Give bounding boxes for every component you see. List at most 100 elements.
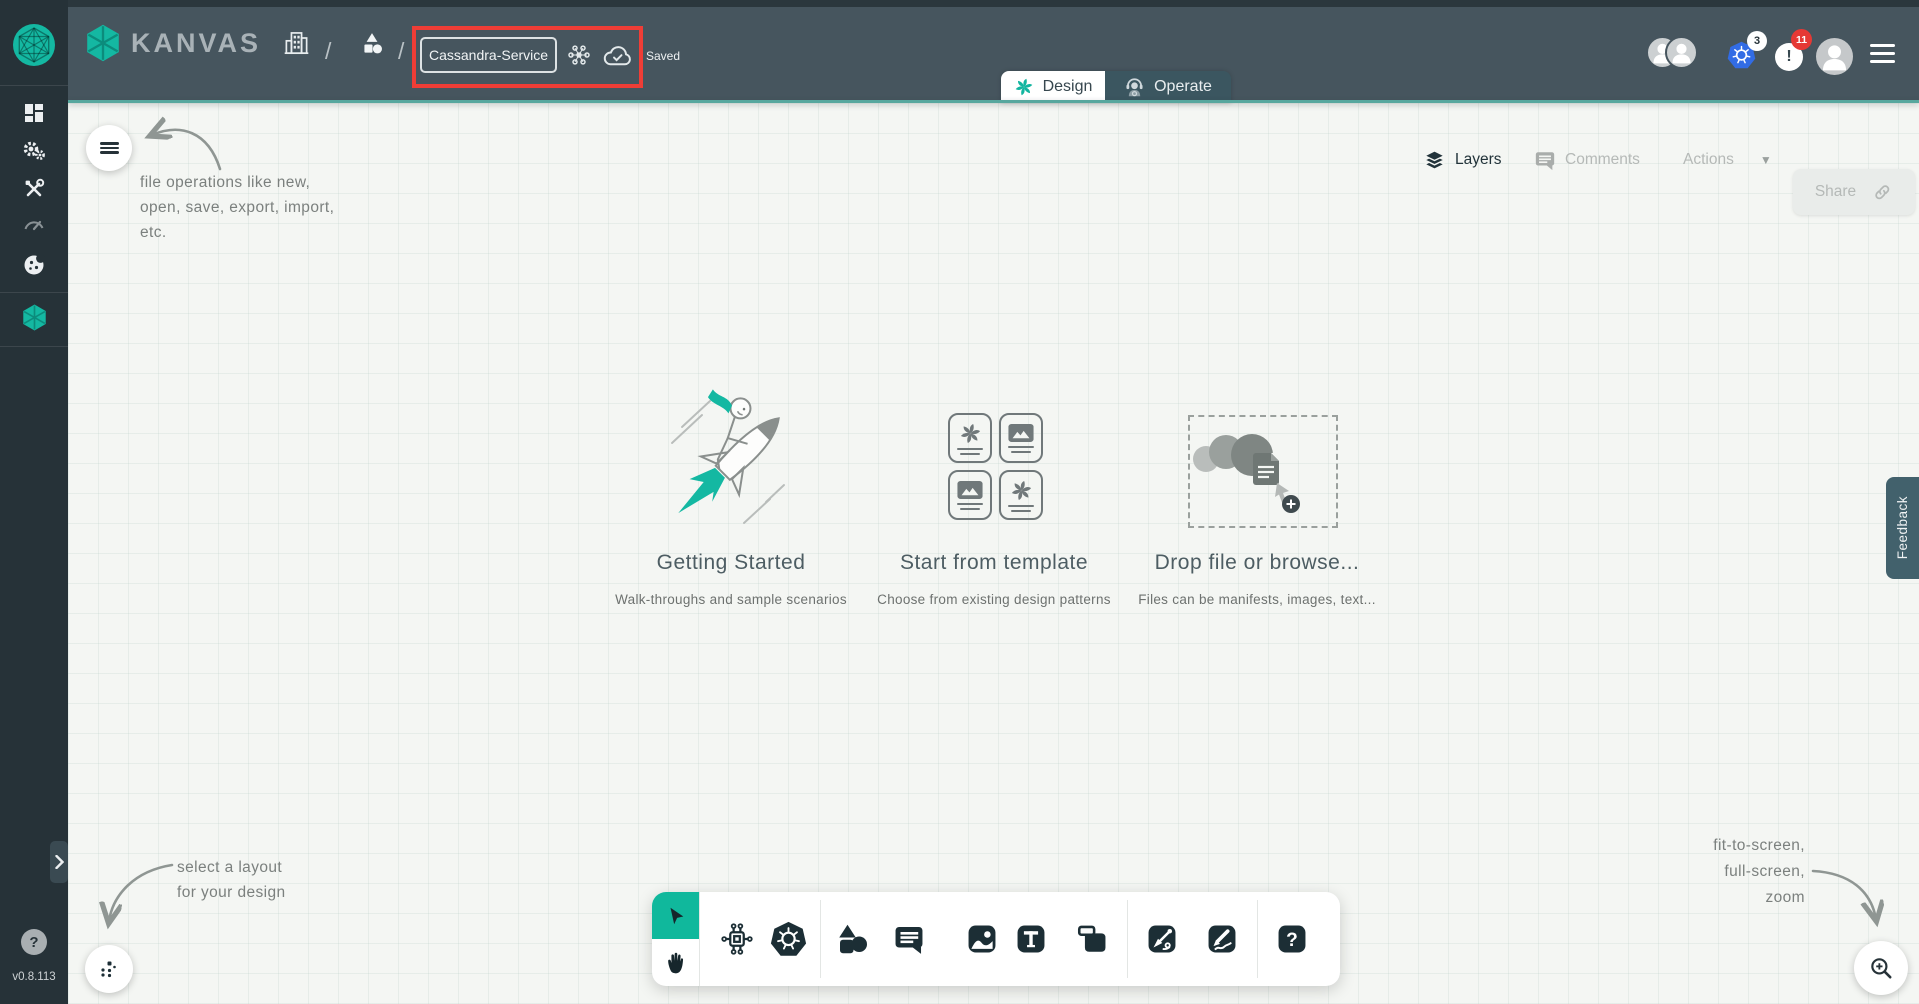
layers-toggle[interactable]: Layers — [1423, 140, 1502, 180]
card-title: Start from template — [899, 551, 1089, 574]
hamburger-icon — [1870, 52, 1895, 55]
comments-label: Comments — [1565, 151, 1640, 168]
sidebar-item-settings[interactable] — [0, 138, 68, 164]
link-icon — [1875, 184, 1890, 199]
collaborator-avatar[interactable] — [1665, 36, 1698, 69]
notification-count: 11 — [1795, 33, 1808, 46]
getting-started-illustration[interactable] — [648, 381, 816, 549]
file-operations-annotation: file operations like new, open, save, ex… — [140, 174, 335, 241]
component-icon — [721, 923, 753, 955]
hamburger-icon — [1870, 60, 1895, 63]
share-button[interactable]: Share — [1793, 169, 1915, 215]
comments-toggle[interactable]: Comments — [1534, 140, 1640, 180]
start-from-template-card[interactable] — [948, 413, 1043, 520]
profile-avatar[interactable] — [1816, 38, 1853, 75]
organization-button[interactable] — [283, 29, 310, 56]
image-tool-button[interactable] — [962, 919, 1002, 959]
exclamation-icon: ! — [1786, 48, 1792, 65]
save-status-text: Saved — [646, 49, 681, 63]
cursor-icon — [670, 907, 683, 924]
header-accent-edge — [68, 100, 1919, 103]
tab-operate[interactable]: Operate — [1105, 71, 1231, 103]
layers-icon — [1423, 149, 1446, 170]
actions-dropdown[interactable]: Actions ▼ — [1683, 140, 1772, 180]
drop-file-text[interactable]: Drop file or browse... Files can be mani… — [1107, 551, 1407, 607]
graph-layout-icon — [101, 961, 116, 978]
shapes-icon — [839, 924, 867, 954]
template-thumbnail — [999, 470, 1043, 520]
sidebar-expand-chevron[interactable] — [50, 841, 68, 883]
operate-headset-icon — [1126, 77, 1143, 96]
sidebar-divider — [0, 346, 68, 347]
sketch-tool-button[interactable] — [1202, 919, 1242, 959]
pencil-sketch-icon — [1208, 925, 1236, 953]
pattern-spiral-icon — [959, 422, 982, 445]
magnifier-plus-icon — [1871, 958, 1892, 979]
toolbar-divider — [1257, 900, 1258, 978]
tab-design[interactable]: Design — [1001, 71, 1105, 103]
help-button[interactable]: ? — [21, 929, 47, 955]
window-top-strip — [0, 0, 1919, 7]
start-from-template-text[interactable]: Start from template Choose from existing… — [844, 551, 1144, 607]
person-icon — [1816, 38, 1853, 75]
pointer-tools — [652, 892, 700, 986]
kubernetes-context-badge[interactable]: 3 — [1747, 31, 1767, 51]
template-thumbnail — [948, 413, 992, 463]
comment-tool-button[interactable] — [889, 919, 929, 959]
image-icon — [957, 481, 983, 500]
header-menu-button[interactable] — [1870, 44, 1895, 68]
hand-icon — [668, 952, 684, 974]
top-header: KANVAS / / Cassandra-Service Saved Desig… — [68, 0, 1919, 103]
building-icon — [284, 32, 309, 55]
zoom-button[interactable] — [1854, 941, 1908, 995]
design-canvas[interactable]: file operations like new, open, save, ex… — [68, 103, 1919, 1004]
tab-design-label: Design — [1042, 78, 1093, 95]
text-icon — [1017, 925, 1045, 953]
sidebar-item-toolbox[interactable] — [0, 177, 68, 201]
pen-tool-icon — [1148, 925, 1176, 953]
comment-icon — [1535, 152, 1555, 171]
sidebar-divider — [0, 292, 68, 293]
notification-count-badge: 11 — [1791, 29, 1812, 50]
workspace-button[interactable] — [359, 31, 385, 57]
select-tool-button[interactable] — [652, 892, 699, 939]
pan-tool-button[interactable] — [652, 939, 699, 986]
sidebar-item-kanvas[interactable] — [0, 304, 68, 331]
text-tool-button[interactable] — [1011, 919, 1051, 959]
toolbox-icon — [25, 178, 45, 197]
help-glyph: ? — [29, 933, 39, 951]
card-subtitle: Walk-throughs and sample scenarios — [615, 592, 847, 607]
comment-icon — [895, 926, 923, 954]
meshery-logo-icon — [13, 24, 55, 66]
kanvas-hexagon-icon — [22, 304, 46, 331]
mode-tabs: Design Operate — [1001, 71, 1231, 103]
frame-tool-button[interactable] — [1072, 919, 1112, 959]
sidebar-item-performance[interactable] — [0, 212, 68, 236]
kanvas-app: ? v0.8.113 KANVAS / / Cassandra-Service … — [0, 0, 1919, 1004]
getting-started-card[interactable]: Getting Started Walk-throughs and sample… — [581, 551, 881, 607]
help-tool-button[interactable]: ? — [1272, 919, 1312, 959]
catalog-sphere-icon — [24, 254, 45, 275]
view-controls-annotation: fit-to-screen, full-screen, zoom — [1713, 837, 1805, 906]
drop-file-icon — [1193, 434, 1300, 513]
kubernetes-tool-button[interactable] — [768, 919, 808, 959]
brand-wordmark: KANVAS — [131, 27, 262, 58]
canvas-controls-row: Layers Comments Actions ▼ Share — [68, 140, 1919, 215]
kanvas-brand[interactable]: KANVAS — [84, 24, 261, 62]
sidebar-item-catalog[interactable] — [0, 252, 68, 277]
sidebar-item-dashboard[interactable] — [0, 101, 68, 125]
shapes-icon — [364, 33, 382, 54]
layout-button[interactable] — [85, 945, 133, 993]
shapes-tool-button[interactable] — [832, 919, 872, 959]
component-tool-button[interactable] — [717, 919, 757, 959]
drop-file-zone[interactable] — [1188, 415, 1338, 528]
toolbar-divider — [1127, 900, 1128, 978]
pen-tool-button[interactable] — [1142, 919, 1182, 959]
breadcrumb-separator: / — [325, 38, 332, 64]
feedback-tab[interactable]: Feedback — [1886, 477, 1919, 579]
feedback-label: Feedback — [1895, 496, 1910, 560]
design-spiral-icon — [1014, 77, 1034, 97]
meshery-logo[interactable] — [0, 24, 68, 66]
help-icon: ? — [1278, 925, 1306, 953]
template-thumbnail — [999, 413, 1043, 463]
